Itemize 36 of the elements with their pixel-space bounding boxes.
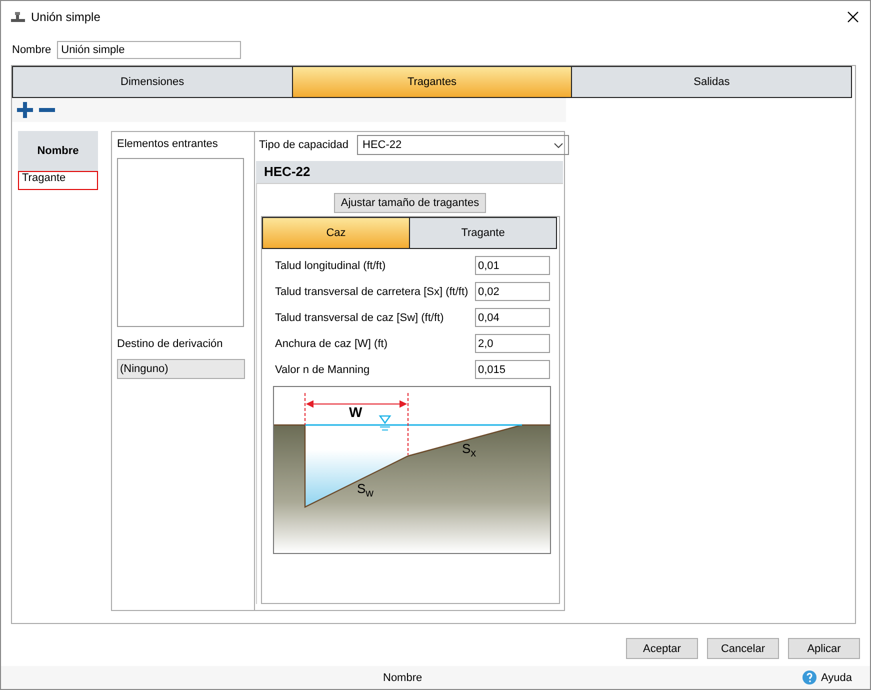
dialog-button[interactable]: Cancelar <box>707 638 779 659</box>
incoming-label: Elementos entrantes <box>117 138 219 150</box>
input-field[interactable]: 0,04 <box>475 308 550 327</box>
slope-label: S$_{w}$ <box>357 481 374 500</box>
bypass-field[interactable]: (Ninguno) <box>117 359 245 379</box>
dialog-button[interactable]: Aplicar <box>788 638 860 659</box>
list-item[interactable]: Tragante <box>18 171 98 190</box>
width-label: W <box>349 404 362 420</box>
field-label: Anchura de caz [W] (ft) <box>275 338 388 350</box>
list-header: Nombre <box>18 131 98 171</box>
tab[interactable]: Caz <box>263 218 410 248</box>
tab[interactable]: Tragantes <box>292 67 572 97</box>
input-field[interactable]: 0,02 <box>475 282 550 301</box>
help-link[interactable]: Ayuda <box>821 672 852 684</box>
capacity-dropdown[interactable]: HEC-22 <box>356 135 568 155</box>
field-label: Talud transversal de caz [Sw] (ft/ft) <box>275 312 444 324</box>
tab[interactable]: Tragante <box>410 218 556 248</box>
name-field[interactable]: Unión simple <box>57 41 242 59</box>
tab[interactable]: Salidas <box>572 67 852 97</box>
window-title: Unión simple <box>31 10 100 24</box>
capacity-value: HEC-22 <box>362 139 402 151</box>
group-header: HEC-22 <box>256 161 563 184</box>
field-label: Talud transversal de carretera [Sx] (ft/ft) <box>275 286 468 298</box>
status-text: Nombre <box>383 672 422 684</box>
slope-label: S$_{x}$ <box>462 441 476 460</box>
tab[interactable]: Dimensiones <box>13 67 293 97</box>
name-label: Nombre <box>12 44 52 56</box>
resize-inlets-button[interactable]: Ajustar tamaño de tragantes <box>334 193 486 213</box>
input-field[interactable]: 0,01 <box>475 256 550 275</box>
input-field[interactable]: 0,015 <box>475 360 550 379</box>
field-label: Valor n de Manning <box>275 364 370 376</box>
dialog-button[interactable]: Aceptar <box>626 638 698 659</box>
bypass-label: Destino de derivación <box>117 338 224 350</box>
capacity-label: Tipo de capacidad <box>259 139 348 151</box>
input-field[interactable]: 2,0 <box>475 334 550 353</box>
field-label: Talud longitudinal (ft/ft) <box>275 260 386 272</box>
